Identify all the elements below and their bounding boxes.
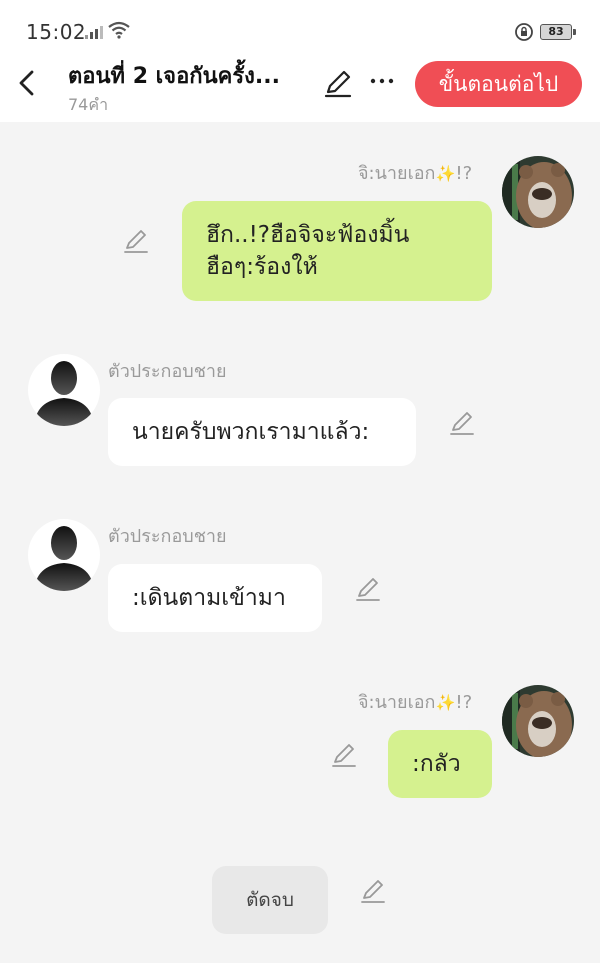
avatar-side-character[interactable] xyxy=(28,354,100,426)
person-silhouette-icon xyxy=(34,361,94,426)
edit-message-button[interactable] xyxy=(448,410,476,442)
pencil-icon xyxy=(324,70,352,98)
pencil-icon xyxy=(361,880,385,903)
sender-label: จิ:นายเอก xyxy=(358,163,436,184)
message-bubble[interactable]: :กลัว xyxy=(388,730,492,798)
edit-message-button[interactable] xyxy=(330,742,358,774)
pencil-icon xyxy=(356,578,380,601)
hooded-person-avatar-image xyxy=(502,685,574,757)
more-button[interactable] xyxy=(370,64,394,94)
person-silhouette-icon xyxy=(34,526,94,591)
edit-message-button[interactable] xyxy=(122,228,150,260)
cut-end-button[interactable]: ตัดจบ xyxy=(212,866,328,934)
edit-end-button[interactable] xyxy=(359,878,387,910)
status-time: 15:02 xyxy=(26,20,87,44)
sparkles-icon: ✨ xyxy=(435,693,456,712)
sender-name: ตัวประกอบชาย xyxy=(108,361,227,382)
back-button[interactable] xyxy=(14,66,42,100)
pencil-icon xyxy=(450,412,474,435)
edit-message-button[interactable] xyxy=(354,576,382,608)
avatar-main-character[interactable] xyxy=(502,156,574,228)
avatar-main-character[interactable] xyxy=(502,685,574,757)
sender-name: จิ:นายเอก✨!? xyxy=(358,158,472,187)
sender-label: จิ:นายเอก xyxy=(358,692,436,713)
more-horizontal-icon xyxy=(370,78,394,84)
episode-title: ตอนที่ 2 เจอกันครั้ง... xyxy=(68,64,280,89)
message-bubble[interactable]: :เดินตามเข้ามา xyxy=(108,564,322,632)
pencil-icon xyxy=(332,744,356,767)
battery-indicator: 83 xyxy=(540,24,576,40)
message-text: ฮึก..!?ฮือจิจะฟ้องมิ้น ฮือๆ:ร้องให้ xyxy=(206,222,410,280)
sender-suffix: !? xyxy=(455,163,473,184)
next-step-button[interactable]: ขั้นตอนต่อไป xyxy=(415,61,582,107)
rotation-lock-icon xyxy=(515,23,533,41)
message-bubble[interactable]: นายครับพวกเรามาแล้ว: xyxy=(108,398,416,466)
signal-icon xyxy=(85,26,103,39)
top-bar: 15:02 83 ตอนที่ 2 เจอกันครั้ง... 74คำ ขั… xyxy=(0,0,600,122)
chevron-left-icon xyxy=(19,70,34,96)
hooded-person-avatar-image xyxy=(502,156,574,228)
sparkles-icon: ✨ xyxy=(435,164,456,183)
word-count: 74คำ xyxy=(68,95,109,114)
wifi-icon xyxy=(108,21,130,39)
sender-name: ตัวประกอบชาย xyxy=(108,526,227,547)
sender-name: จิ:นายเอก✨!? xyxy=(358,687,472,716)
avatar-side-character[interactable] xyxy=(28,519,100,591)
sender-suffix: !? xyxy=(455,692,473,713)
message-text: นายครับพวกเรามาแล้ว: xyxy=(132,419,370,445)
pencil-icon xyxy=(124,230,148,253)
message-text: :เดินตามเข้ามา xyxy=(132,585,286,611)
edit-title-button[interactable] xyxy=(322,68,354,104)
message-bubble[interactable]: ฮึก..!?ฮือจิจะฟ้องมิ้น ฮือๆ:ร้องให้ xyxy=(182,201,492,301)
message-text: :กลัว xyxy=(412,751,461,777)
